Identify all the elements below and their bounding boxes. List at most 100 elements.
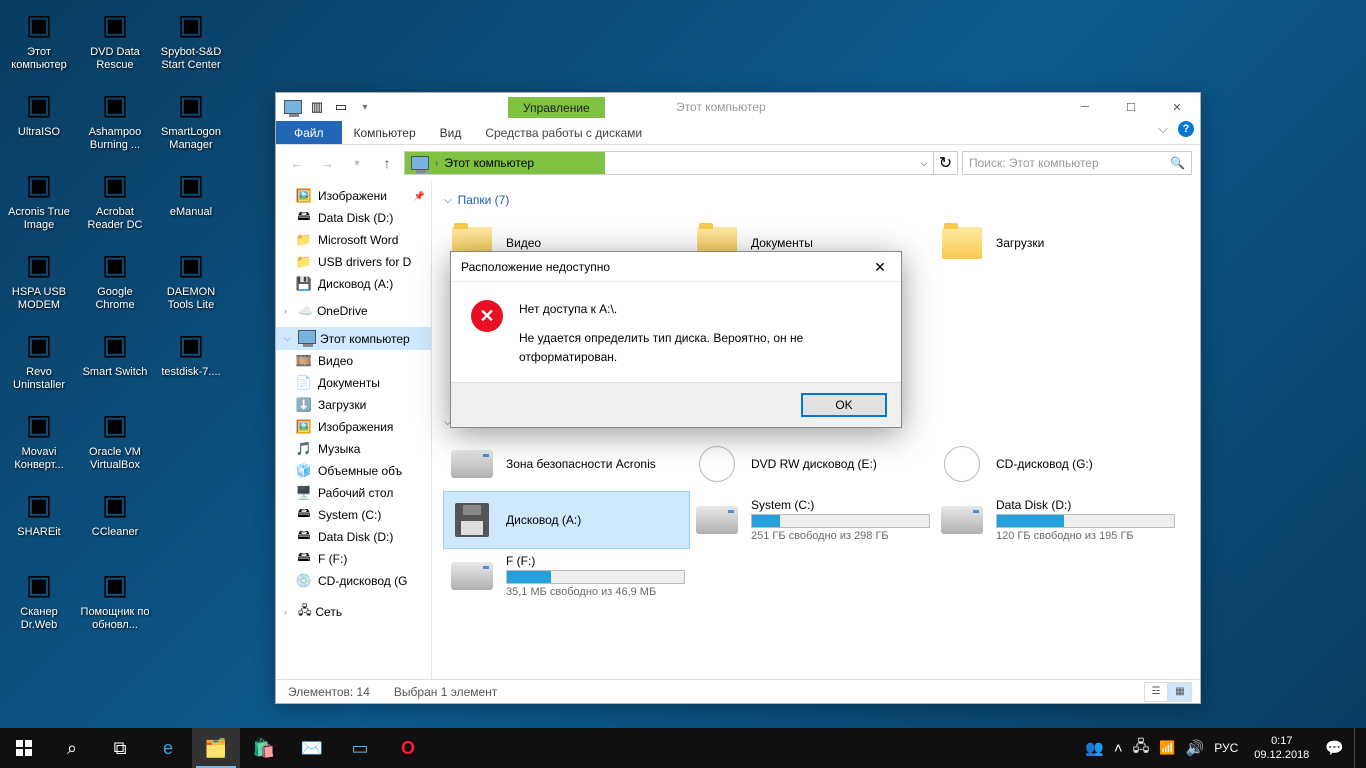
tray-wifi-icon[interactable]: 📶 <box>1159 740 1175 756</box>
nav-back-button[interactable]: ← <box>284 150 310 176</box>
start-button[interactable] <box>0 728 48 768</box>
close-button[interactable]: ✕ <box>1154 93 1200 121</box>
drive-item[interactable]: System (C:)251 ГБ свободно из 298 ГБ <box>689 492 934 548</box>
nav-item[interactable]: ⬇️Загрузки <box>276 394 431 416</box>
desktop-icon[interactable]: ▣Acronis True Image <box>2 162 76 242</box>
refresh-button[interactable]: ↻ <box>933 152 957 174</box>
tray-language[interactable]: РУС <box>1214 741 1238 755</box>
desktop-icon-label: UltraISO <box>18 126 60 139</box>
ribbon-tab-file[interactable]: Файл <box>276 121 342 144</box>
desktop-icon[interactable]: ▣SHAREit <box>2 482 76 562</box>
desktop-icon[interactable]: ▣Spybot-S&D Start Center <box>154 2 228 82</box>
nav-item[interactable]: 🖴Data Disk (D:) <box>276 526 431 548</box>
search-icon[interactable]: 🔍 <box>1170 156 1185 170</box>
desktop-icon[interactable]: ▣Google Chrome <box>78 242 152 322</box>
qat-customize-icon[interactable]: ▾ <box>354 96 376 118</box>
nav-group-onedrive[interactable]: ›☁️OneDrive <box>276 301 431 321</box>
ribbon-expand-icon[interactable]: ⌵ <box>1158 121 1168 137</box>
nav-group-thispc[interactable]: ⌵Этот компьютер <box>276 327 431 350</box>
minimize-button[interactable]: ─ <box>1062 93 1108 121</box>
nav-up-button[interactable]: ↑ <box>374 150 400 176</box>
desktop-icon[interactable]: ▣Smart Switch <box>78 322 152 402</box>
desktop-icon[interactable]: ▣Oracle VM VirtualBox <box>78 402 152 482</box>
drive-item[interactable]: Дисковод (A:) <box>444 492 689 548</box>
tray-network-icon[interactable]: 🖧 <box>1133 736 1150 761</box>
nav-group-network[interactable]: ›🖧Сеть <box>276 598 431 625</box>
nav-item-label: System (C:) <box>318 508 381 522</box>
item-name: Видео <box>506 236 685 250</box>
addressbar-dropdown-icon[interactable]: ⌵ <box>915 152 933 174</box>
dialog-close-button[interactable]: ✕ <box>859 252 901 282</box>
nav-item[interactable]: 📄Документы <box>276 372 431 394</box>
navigation-pane[interactable]: 🖼️Изображени🖴Data Disk (D:)📁Microsoft Wo… <box>276 181 432 679</box>
nav-item[interactable]: 🖴Data Disk (D:) <box>276 207 431 229</box>
drive-item[interactable]: Зона безопасности Acronis <box>444 436 689 492</box>
taskbar-store[interactable]: 🛍️ <box>240 728 288 768</box>
tray-people-icon[interactable]: 👥 <box>1085 739 1104 757</box>
desktop-icon[interactable]: ▣Revo Uninstaller <box>2 322 76 402</box>
taskbar-explorer[interactable]: 🗂️ <box>192 728 240 768</box>
desktop-icon[interactable]: ▣Этот компьютер <box>2 2 76 82</box>
desktop-icon[interactable]: ▣testdisk-7.... <box>154 322 228 402</box>
group-header-folders[interactable]: ⌵ Папки (7) <box>444 193 1188 207</box>
desktop-icon[interactable]: ▣HSPA USB MODEM <box>2 242 76 322</box>
nav-item[interactable]: 🎵Музыка <box>276 438 431 460</box>
chevron-right-icon[interactable]: › <box>435 158 438 169</box>
desktop-icon[interactable]: ▣Помощник по обновл... <box>78 562 152 642</box>
drive-item[interactable]: F (F:)35,1 МБ свободно из 46,9 МБ <box>444 548 689 604</box>
ribbon-tab-drivetools[interactable]: Средства работы с дисками <box>473 121 654 144</box>
tray-overflow-icon[interactable]: ˄ <box>1114 740 1123 757</box>
taskbar-opera[interactable]: O <box>384 728 432 768</box>
nav-item[interactable]: 📁Microsoft Word <box>276 229 431 251</box>
drive-item[interactable]: CD-дисковод (G:) <box>934 436 1179 492</box>
taskbar-mail[interactable]: ✉️ <box>288 728 336 768</box>
desktop-icon[interactable]: ▣Movavi Конверт... <box>2 402 76 482</box>
qat-newfolder-icon[interactable]: ▭ <box>330 96 352 118</box>
desktop-icon[interactable]: ▣Ashampoo Burning ... <box>78 82 152 162</box>
nav-item[interactable]: 🎞️Видео <box>276 350 431 372</box>
tray-clock[interactable]: 0:17 09.12.2018 <box>1248 734 1315 763</box>
taskbar-edge[interactable]: e <box>144 728 192 768</box>
folder-item[interactable]: Загрузки <box>934 215 1179 271</box>
drive-item[interactable]: DVD RW дисковод (E:) <box>689 436 934 492</box>
nav-item[interactable]: 🖼️Изображения <box>276 416 431 438</box>
qat-properties-icon[interactable]: ▥ <box>306 96 328 118</box>
dialog-ok-button[interactable]: OK <box>801 393 887 417</box>
taskbar-app[interactable]: ▭ <box>336 728 384 768</box>
search-input[interactable]: Поиск: Этот компьютер 🔍 <box>962 151 1192 175</box>
tray-volume-icon[interactable]: 🔊 <box>1186 739 1205 757</box>
desktop-icon[interactable]: ▣eManual <box>154 162 228 242</box>
nav-item[interactable]: 🧊Объемные объ <box>276 460 431 482</box>
desktop-icon[interactable]: ▣Acrobat Reader DC <box>78 162 152 242</box>
view-details-button[interactable]: ☲ <box>1144 682 1168 702</box>
desktop-icon[interactable]: ▣DAEMON Tools Lite <box>154 242 228 322</box>
ribbon-tab-view[interactable]: Вид <box>428 121 474 144</box>
desktop-icon[interactable]: ▣DVD Data Rescue <box>78 2 152 82</box>
nav-item[interactable]: 🖴System (C:) <box>276 504 431 526</box>
maximize-button[interactable]: ☐ <box>1108 93 1154 121</box>
nav-item[interactable]: 🖼️Изображени <box>276 185 431 207</box>
show-desktop-button[interactable] <box>1354 728 1360 768</box>
desktop-icon[interactable]: ▣UltraISO <box>2 82 76 162</box>
nav-item[interactable]: 🖴F (F:) <box>276 548 431 570</box>
desktop-icon[interactable]: ▣SmartLogon Manager <box>154 82 228 162</box>
nav-item[interactable]: 💿CD-дисковод (G <box>276 570 431 592</box>
desktop-icon[interactable]: ▣Сканер Dr.Web <box>2 562 76 642</box>
ribbon-tab-computer[interactable]: Компьютер <box>342 121 428 144</box>
folder-icon <box>938 219 986 267</box>
view-tiles-button[interactable]: ▦ <box>1168 682 1192 702</box>
search-button[interactable]: ⌕ <box>48 728 96 768</box>
dialog-titlebar[interactable]: Расположение недоступно ✕ <box>451 252 901 282</box>
nav-recent-button[interactable]: ▼ <box>344 150 370 176</box>
help-icon[interactable]: ? <box>1178 121 1194 137</box>
tray-notifications-icon[interactable]: 💬 <box>1325 739 1344 757</box>
taskview-button[interactable]: ⧉ <box>96 728 144 768</box>
nav-item[interactable]: 🖥️Рабочий стол <box>276 482 431 504</box>
addressbar[interactable]: › Этот компьютер ⌵ ↻ <box>404 151 958 175</box>
nav-item[interactable]: 💾Дисковод (A:) <box>276 273 431 295</box>
desktop-icon[interactable]: ▣CCleaner <box>78 482 152 562</box>
nav-item[interactable]: 📁USB drivers for D <box>276 251 431 273</box>
system-menu-icon[interactable] <box>282 96 304 118</box>
titlebar[interactable]: ▥ ▭ ▾ Управление Этот компьютер ─ ☐ ✕ <box>276 93 1200 121</box>
drive-item[interactable]: Data Disk (D:)120 ГБ свободно из 195 ГБ <box>934 492 1179 548</box>
